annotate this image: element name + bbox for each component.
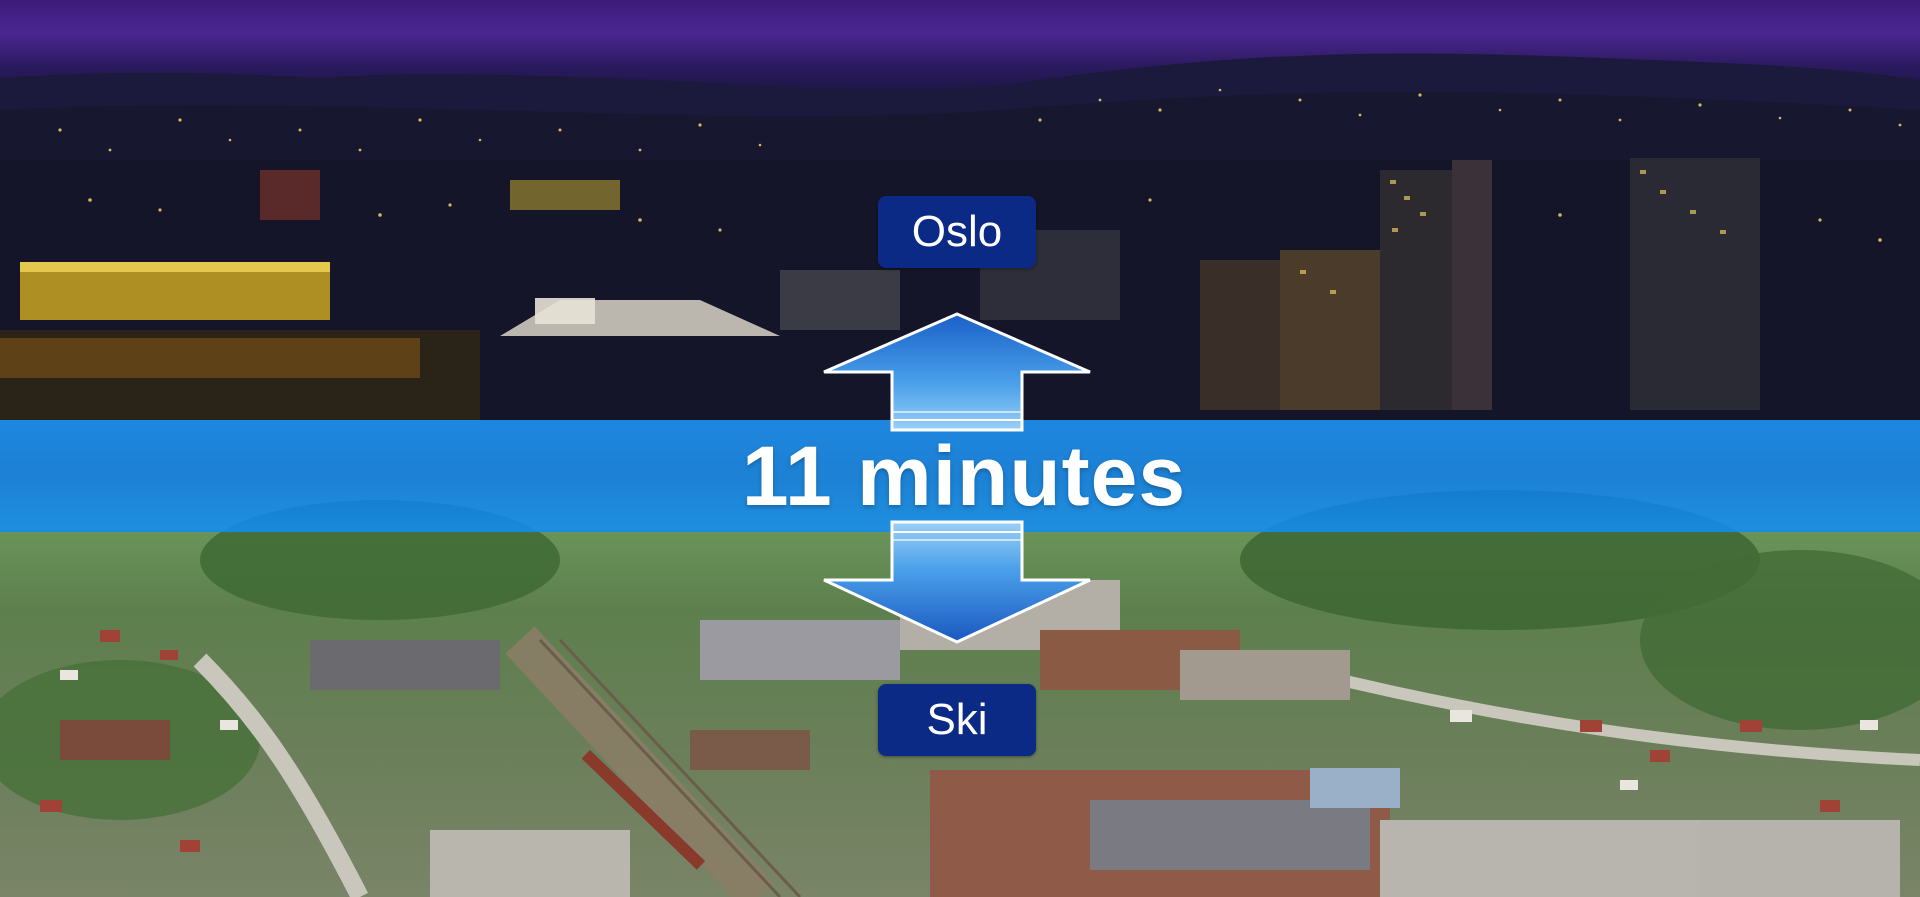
destination-label: Ski	[878, 684, 1036, 756]
origin-label: Oslo	[878, 196, 1036, 268]
arrow-up-icon	[823, 312, 1091, 432]
travel-time-slide: 11 minutes Oslo Ski	[0, 0, 1920, 897]
duration-band: 11 minutes	[0, 420, 1920, 532]
arrow-down-icon	[823, 520, 1091, 644]
travel-duration: 11 minutes	[741, 428, 1187, 523]
